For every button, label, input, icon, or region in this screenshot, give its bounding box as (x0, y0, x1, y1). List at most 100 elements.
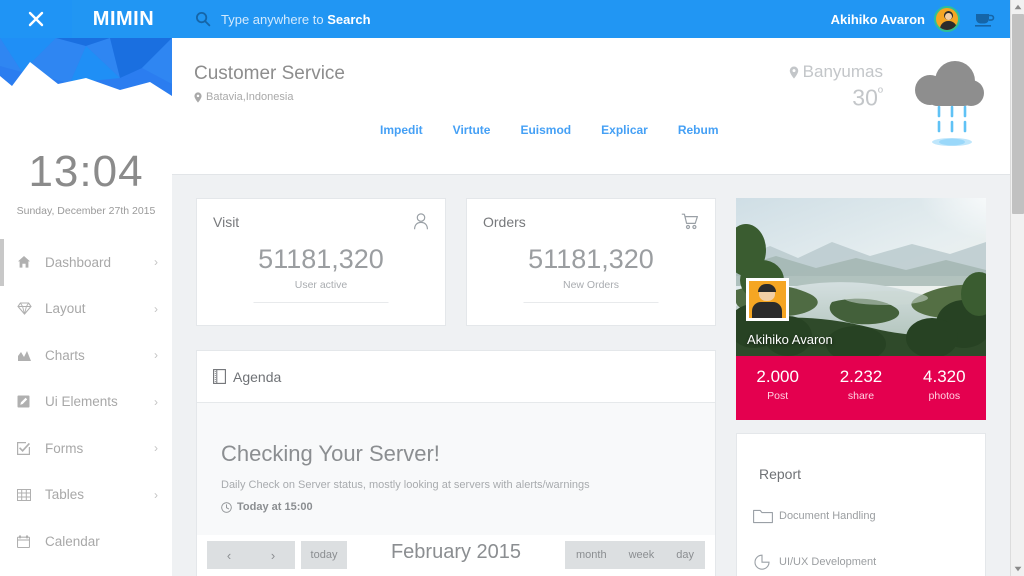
chevron-right-icon: › (154, 488, 158, 502)
topbar-right-group: Akihiko Avaron (831, 0, 1010, 38)
search-area[interactable]: Type anywhere to Search (195, 0, 371, 38)
stat-card-title: Orders (483, 214, 526, 230)
tab-euismod[interactable]: Euismod (520, 123, 571, 137)
sidebar-item-label: Forms (45, 441, 154, 456)
search-placeholder-prefix: Type anywhere to (221, 12, 327, 27)
stat-card-divider (254, 302, 389, 303)
scrollbar-thumb[interactable] (1012, 14, 1024, 214)
stat-card-divider (524, 302, 659, 303)
brand-logo[interactable]: MIMIN (72, 0, 175, 38)
weather-temp-value: 30 (852, 85, 878, 111)
agenda-item-time: Today at 15:00 (221, 501, 313, 513)
sidebar-item-label: Tables (45, 487, 154, 502)
search-placeholder-text: Type anywhere to Search (221, 12, 371, 27)
close-button[interactable] (0, 0, 72, 38)
clock-icon (221, 502, 232, 513)
profile-avatar[interactable] (746, 278, 789, 321)
weather-degree-symbol: º (878, 84, 883, 100)
search-icon (195, 11, 211, 27)
stat-card-orders: Orders 51181,320 New Orders (466, 198, 716, 326)
profile-stat-share: 2.232 share (819, 356, 902, 420)
topbar-user-name[interactable]: Akihiko Avaron (831, 12, 925, 27)
profile-stat-value: 4.320 (903, 367, 986, 387)
chart-icon (17, 349, 39, 362)
sidebar-item-charts[interactable]: Charts › (0, 332, 172, 379)
close-icon (27, 10, 45, 28)
stat-card-subtitle: User active (197, 279, 445, 291)
chevron-right-icon: › (154, 255, 158, 269)
header-tab-list: Impedit Virtute Euismod Explicar Rebum (380, 123, 749, 137)
map-pin-icon (789, 66, 799, 79)
rain-cloud-icon (897, 55, 992, 150)
tab-rebum[interactable]: Rebum (678, 123, 719, 137)
tab-virtute[interactable]: Virtute (453, 123, 491, 137)
user-icon (413, 213, 429, 235)
main-content: Visit 51181,320 User active Orders 51181… (172, 175, 1010, 576)
tab-explicar[interactable]: Explicar (601, 123, 648, 137)
folder-icon (753, 506, 779, 524)
avatar-hair (758, 284, 776, 292)
report-row-label: UI/UX Development (779, 556, 876, 568)
sidebar-item-label: Dashboard (45, 255, 154, 270)
sidebar-item-mail[interactable]: Mail › (0, 565, 172, 576)
profile-stat-post: 2.000 Post (736, 356, 819, 420)
avatar-face (945, 13, 952, 20)
report-row-ui-ux-development[interactable]: UI/UX Development (753, 552, 971, 570)
page-location: Batavia,Indonesia (194, 91, 293, 103)
diamond-icon (17, 302, 39, 315)
calendar-toolbar: ‹ › today February 2015 month week day (196, 535, 716, 576)
weather-temperature: 30º (789, 84, 883, 112)
calendar-view-month[interactable]: month (565, 541, 618, 569)
report-row-body: Document Handling (779, 506, 971, 524)
agenda-book-icon (213, 369, 226, 384)
sidebar-clock: 13:04 Sunday, December 27th 2015 (0, 106, 172, 217)
coffee-cup-icon[interactable] (974, 10, 996, 28)
chevron-right-icon: › (154, 441, 158, 455)
sidebar-item-forms[interactable]: Forms › (0, 425, 172, 472)
weather-city: Banyumas (789, 62, 883, 82)
profile-stat-value: 2.232 (819, 367, 902, 387)
sidebar-item-calendar[interactable]: Calendar (0, 518, 172, 565)
weather-widget: Banyumas 30º (789, 55, 992, 150)
calendar-icon (17, 535, 39, 548)
sidebar-item-layout[interactable]: Layout › (0, 286, 172, 333)
pencil-square-icon (17, 395, 39, 408)
sidebar-item-ui-elements[interactable]: Ui Elements › (0, 379, 172, 426)
weather-text-group: Banyumas 30º (789, 55, 897, 112)
scroll-up-arrow[interactable] (1011, 0, 1024, 14)
calendar-view-day[interactable]: day (665, 541, 705, 569)
top-navigation-bar: MIMIN Type anywhere to Search Akihiko Av… (0, 0, 1010, 38)
profile-stat-label: share (819, 390, 902, 402)
agenda-item-title[interactable]: Checking Your Server! (221, 441, 440, 467)
topbar-avatar[interactable] (934, 6, 960, 32)
report-card: Report Document Handling UI/UX Developme… (736, 433, 986, 576)
calendar-view-group: month week day (565, 541, 705, 569)
sidebar-item-label: Ui Elements (45, 394, 154, 409)
page-scrollbar[interactable] (1010, 0, 1024, 576)
home-icon (17, 255, 39, 269)
table-icon (17, 489, 39, 501)
scroll-down-arrow[interactable] (1011, 562, 1024, 576)
agenda-item-time-text: Today at 15:00 (237, 501, 313, 513)
tab-impedit[interactable]: Impedit (380, 123, 423, 137)
agenda-header-label: Agenda (233, 369, 281, 385)
sidebar-item-label: Calendar (45, 534, 158, 549)
stat-card-title: Visit (213, 214, 239, 230)
chevron-right-icon: › (154, 302, 158, 316)
report-row-label: Document Handling (779, 510, 876, 522)
agenda-header: Agenda (197, 351, 715, 403)
sidebar-item-label: Layout (45, 301, 154, 316)
low-poly-banner-graphic (0, 38, 172, 106)
check-square-icon (17, 442, 39, 455)
report-row-document-handling[interactable]: Document Handling (753, 506, 971, 524)
profile-stat-value: 2.000 (736, 367, 819, 387)
sidebar-item-dashboard[interactable]: Dashboard › (0, 239, 172, 286)
clock-date: Sunday, December 27th 2015 (0, 205, 172, 217)
stat-card-visit: Visit 51181,320 User active (196, 198, 446, 326)
stat-card-value: 51181,320 (467, 244, 715, 275)
calendar-view-week[interactable]: week (618, 541, 666, 569)
chevron-right-icon: › (154, 395, 158, 409)
sidebar-item-tables[interactable]: Tables › (0, 472, 172, 519)
sidebar-nav-list: Dashboard › Layout › Charts › (0, 239, 172, 576)
page-location-text: Batavia,Indonesia (206, 91, 293, 103)
